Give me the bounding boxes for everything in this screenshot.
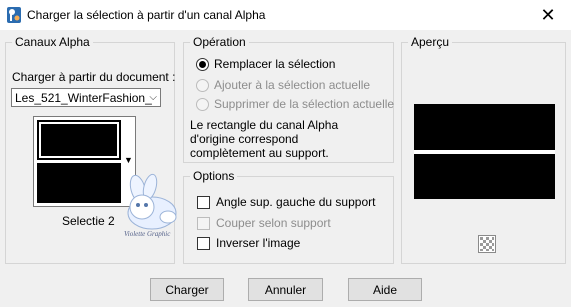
chevron-down-icon: ⌵ (149, 92, 157, 103)
radio-add-selection: Ajouter à la sélection actuelle (196, 78, 370, 92)
preview-area (414, 104, 555, 199)
close-icon: ✕ (540, 4, 556, 25)
checkbox-invert-label: Inverser l'image (216, 236, 301, 250)
operation-label: Opération (190, 35, 249, 49)
load-from-document-label: Charger à partir du document : (12, 70, 176, 84)
checkbox-top-left-corner[interactable]: Angle sup. gauche du support (197, 195, 375, 209)
checker-zoom-icon[interactable] (478, 235, 496, 253)
operation-info-line-1: Le rectangle du canal Alpha (190, 118, 339, 132)
watermark-text: Violette Graphic (124, 230, 171, 238)
channel-thumb-1[interactable] (37, 120, 121, 160)
paintshop-icon (7, 7, 21, 23)
cancel-button[interactable]: Annuler (248, 278, 323, 301)
document-select-value: Les_521_WinterFashion_ (15, 90, 152, 105)
preview-label: Aperçu (408, 35, 453, 49)
radio-add-indicator (196, 78, 209, 92)
checkbox-crop-indicator (197, 216, 210, 230)
checkbox-top-left-indicator[interactable] (197, 195, 210, 209)
alpha-channels-label: Canaux Alpha (12, 35, 93, 49)
options-label: Options (190, 169, 238, 183)
checkbox-crop-label: Couper selon support (216, 216, 331, 230)
load-button[interactable]: Charger (150, 278, 224, 301)
operation-info-line-2: d'origine correspond (190, 132, 299, 146)
help-button[interactable]: Aide (348, 278, 422, 301)
title-bar: Charger la sélection à partir d'un canal… (0, 0, 571, 30)
radio-replace-selection[interactable]: Remplacer la sélection (196, 57, 335, 71)
document-select[interactable]: Les_521_WinterFashion_ ⌵ (11, 88, 161, 107)
checkbox-invert-indicator[interactable] (197, 236, 210, 250)
list-dropdown-arrow-icon[interactable]: ▼ (124, 155, 133, 165)
radio-subtract-label: Supprimer de la sélection actuelle (214, 97, 395, 111)
selection-caption: Selectie 2 (62, 214, 115, 228)
checkbox-top-left-label: Angle sup. gauche du support (216, 195, 376, 209)
checkbox-crop-to-canvas: Couper selon support (197, 216, 331, 230)
preview-rect-bottom (414, 154, 555, 199)
radio-subtract-selection: Supprimer de la sélection actuelle (196, 97, 394, 111)
close-button[interactable]: ✕ (525, 0, 571, 30)
channel-thumb-2[interactable] (37, 163, 121, 203)
window-title: Charger la sélection à partir d'un canal… (27, 8, 266, 22)
checkbox-invert-image[interactable]: Inverser l'image (197, 236, 300, 250)
radio-subtract-indicator (196, 97, 209, 111)
operation-info-line-3: complètement au support. (190, 146, 329, 160)
radio-add-label: Ajouter à la sélection actuelle (214, 78, 371, 92)
radio-replace-indicator[interactable] (196, 57, 209, 71)
preview-rect-top (414, 104, 555, 150)
radio-replace-label: Remplacer la sélection (214, 57, 336, 71)
